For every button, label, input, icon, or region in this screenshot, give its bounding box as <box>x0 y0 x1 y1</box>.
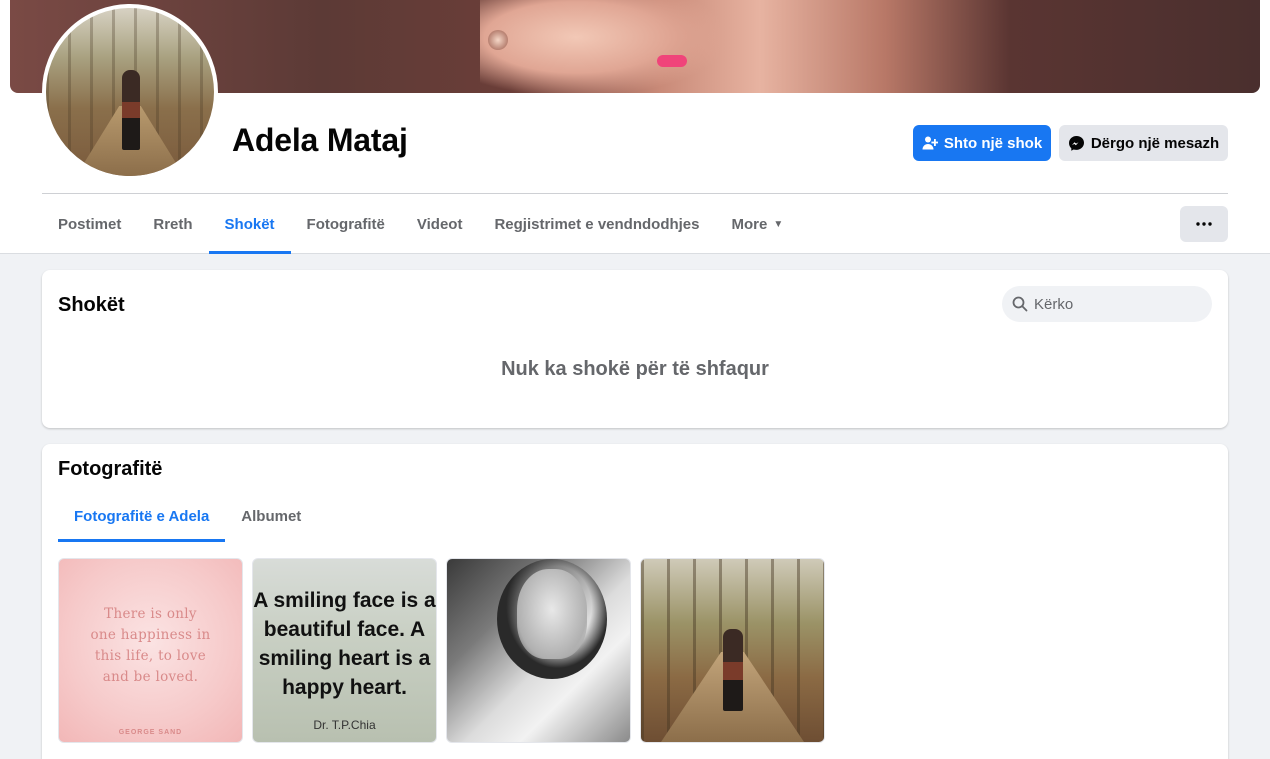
tab-photos-of-user-label: Fotografitë e Adela <box>74 507 210 525</box>
friends-title: Shokët <box>58 294 125 316</box>
ellipsis-icon <box>1196 222 1212 226</box>
more-options-button[interactable] <box>1180 206 1228 242</box>
tab-photos-label: Fotografitë <box>306 215 385 233</box>
add-friend-button[interactable]: Shto një shok <box>913 125 1051 161</box>
photo-thumbnail[interactable] <box>446 558 631 743</box>
cover-ring <box>488 30 508 50</box>
friends-card: Shokët Nuk ka shokë për të shfaqur <box>42 270 1228 428</box>
tab-photos[interactable]: Fotografitë <box>291 194 401 254</box>
tab-posts-label: Postimet <box>58 215 122 233</box>
photos-card: Fotografitë Fotografitë e Adela Albumet … <box>42 444 1228 759</box>
cover-nail <box>657 55 687 67</box>
photo-thumbnail[interactable]: There is only one happiness in this life… <box>58 558 243 743</box>
add-friend-icon <box>922 136 938 150</box>
empty-friends-message: Nuk ka shokë për të shfaqur <box>501 358 769 380</box>
tab-more[interactable]: More ▼ <box>716 194 800 254</box>
profile-name: Adela Mataj <box>232 122 408 158</box>
photo-portrait-face <box>517 569 587 659</box>
friends-search[interactable] <box>1002 286 1212 322</box>
tab-check-ins-label: Regjistrimet e vendndodhjes <box>494 215 700 233</box>
search-input[interactable] <box>1034 295 1194 313</box>
tab-videos[interactable]: Videot <box>401 194 479 254</box>
photo-quote-author: Dr. T.P.Chia <box>313 718 376 732</box>
tab-posts[interactable]: Postimet <box>42 194 137 254</box>
profile-header: Adela Mataj Shto një shok Dërgo një mesa… <box>0 0 1270 254</box>
photos-tabs: Fotografitë e Adela Albumet <box>58 490 317 542</box>
photo-quote-text: There is only one happiness in this life… <box>90 605 211 685</box>
tab-friends[interactable]: Shokët <box>208 194 291 254</box>
cover-hand <box>480 0 720 93</box>
tab-check-ins[interactable]: Regjistrimet e vendndodhjes <box>478 194 715 254</box>
profile-tabs: Postimet Rreth Shokët Fotografitë Videot… <box>42 194 799 254</box>
photo-quote-author: GEORGE SAND <box>118 729 183 736</box>
messenger-icon <box>1068 135 1084 151</box>
photo-thumbnail[interactable] <box>640 558 825 743</box>
photo-thumbnail[interactable]: A smiling face is a beautiful face. A sm… <box>252 558 437 743</box>
photo-grid: There is only one happiness in this life… <box>58 558 825 743</box>
tab-videos-label: Videot <box>416 215 463 233</box>
tab-albums[interactable]: Albumet <box>225 490 317 542</box>
send-message-label: Dërgo një mesazh <box>1090 134 1220 152</box>
avatar-person <box>122 70 140 150</box>
tab-photos-of-user[interactable]: Fotografitë e Adela <box>58 490 226 542</box>
tab-about[interactable]: Rreth <box>137 194 208 254</box>
photo-person <box>723 629 743 711</box>
avatar[interactable] <box>42 4 218 180</box>
tab-friends-label: Shokët <box>224 215 275 233</box>
search-icon <box>1012 296 1028 312</box>
add-friend-label: Shto një shok <box>943 134 1043 152</box>
tab-more-label: More <box>731 215 768 233</box>
photos-title: Fotografitë <box>58 458 163 480</box>
photo-quote-text: A smiling face is a beautiful face. A sm… <box>253 588 436 699</box>
caret-down-icon: ▼ <box>773 218 784 230</box>
tab-albums-label: Albumet <box>241 507 302 525</box>
tab-about-label: Rreth <box>153 215 193 233</box>
send-message-button[interactable]: Dërgo një mesazh <box>1059 125 1228 161</box>
